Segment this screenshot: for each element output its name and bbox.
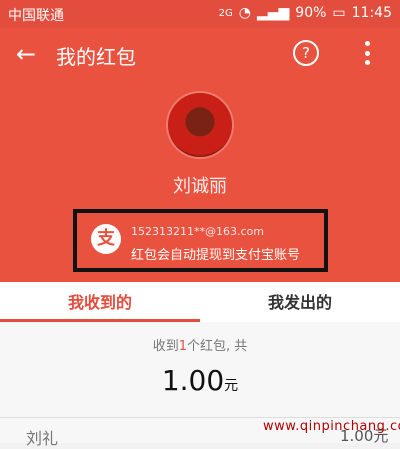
more-menu-icon[interactable] [365,41,371,65]
page-title: 我的红包 [56,45,136,69]
alipay-icon: 支 [91,224,121,254]
summary-count: 1 [178,339,188,354]
battery-icon: ▭ [332,5,346,21]
network-label: 2G [218,7,233,19]
carrier-text: 中国联通 [8,8,64,24]
tab-received[interactable]: 我收到的 [0,289,200,313]
status-icons: 2G ◔ ▂▄▆ 90% ▭ 11:45 [219,5,392,21]
more-dot [365,41,370,46]
more-dot [365,60,370,65]
status-bar: 中国联通 2G ◔ ▂▄▆ 90% ▭ 11:45 [0,0,400,28]
divider [0,417,400,418]
more-dot [365,50,370,56]
list-item-label[interactable]: 刘礼 [26,425,58,449]
tab-sent[interactable]: 我发出的 [200,289,400,313]
summary-suffix: 个红包, 共 [187,339,248,354]
battery-percent: 90% [295,5,327,21]
summary-line: 收到1个红包, 共 [0,335,400,354]
profile-header: 刘诚丽 支 152313211**@163.com 红包会自动提现到支付宝账号 [0,82,400,282]
alipay-notice: 红包会自动提现到支付宝账号 [131,248,301,263]
amount-unit: 元 [224,378,239,394]
tab-bar: 我收到的 我发出的 [0,282,400,322]
help-icon[interactable]: ? [293,40,319,66]
time-text: 11:45 [351,5,392,21]
username: 刘诚丽 [173,176,227,197]
watermark: www.qinpinchang.com [263,419,400,434]
summary-amount: 1.00元 [0,364,400,397]
alipay-email: 152313211**@163.com [131,225,264,238]
app-bar: ← 我的红包 ? [0,28,400,82]
amount-value: 1.00 [161,364,225,397]
alipay-highlight-box: 支 152313211**@163.com 红包会自动提现到支付宝账号 [73,209,328,272]
signal-icon: ▂▄▆ [256,5,290,21]
wifi-icon: ◔ [238,5,251,21]
summary-prefix: 收到 [152,339,179,354]
avatar [168,93,232,157]
back-icon[interactable]: ← [16,40,36,68]
